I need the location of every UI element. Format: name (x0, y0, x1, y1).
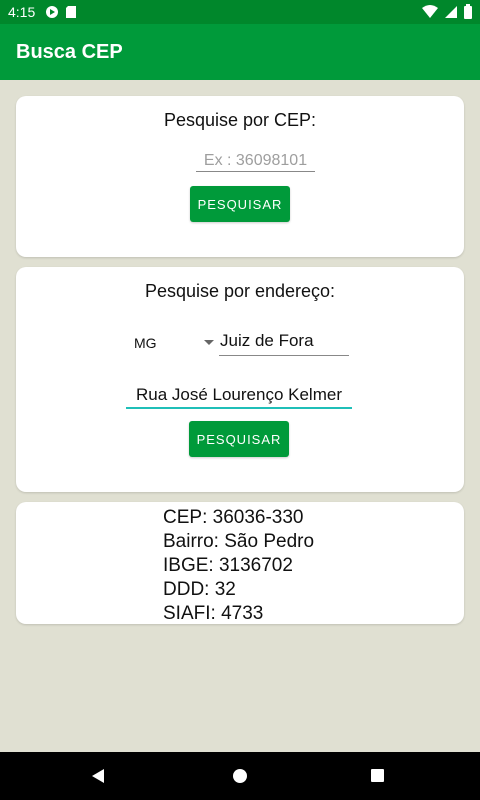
home-icon[interactable] (232, 768, 248, 789)
navigation-bar (0, 752, 480, 800)
dropdown-arrow-icon (204, 340, 214, 345)
battery-icon (464, 4, 472, 22)
address-search-title: Pesquise por endereço: (144, 281, 336, 301)
address-search-button[interactable]: PESQUISAR (189, 421, 289, 457)
address-search-card: Pesquise por endereço: MG Juiz de Fora R… (16, 267, 464, 492)
uf-dropdown[interactable]: MG (134, 331, 226, 355)
back-icon[interactable] (90, 768, 106, 789)
app-bar: Busca CEP (0, 24, 480, 80)
result-siafi: SIAFI: 4733 (163, 603, 264, 624)
result-ddd: DDD: 32 (163, 579, 236, 600)
result-list: CEP: 36036-330 Bairro: São Pedro IBGE: 3… (163, 506, 314, 626)
result-bairro: Bairro: São Pedro (163, 531, 315, 552)
cep-input[interactable] (196, 150, 315, 172)
sd-card-icon (65, 5, 79, 19)
signal-icon (444, 5, 458, 22)
status-time: 4:15 (8, 4, 36, 20)
recents-icon[interactable] (370, 768, 385, 788)
result-card: CEP: 36036-330 Bairro: São Pedro IBGE: 3… (16, 502, 464, 624)
result-cep: CEP: 36036-330 (163, 507, 304, 528)
uf-selected-value: MG (134, 335, 157, 351)
cep-search-card: Pesquise por CEP: PESQUISAR (16, 96, 464, 257)
status-icons (422, 4, 472, 22)
street-input[interactable]: Rua José Lourenço Kelmer (126, 382, 352, 409)
cep-search-button[interactable]: PESQUISAR (190, 186, 290, 222)
cep-search-title: Pesquise por CEP: (163, 110, 317, 130)
result-ibge: IBGE: 3136702 (163, 555, 293, 576)
city-input[interactable]: Juiz de Fora (219, 329, 349, 356)
app-title: Busca CEP (16, 40, 123, 63)
status-bar: 4:15 (0, 0, 480, 24)
wifi-icon (422, 4, 438, 22)
play-protect-icon (45, 5, 59, 19)
